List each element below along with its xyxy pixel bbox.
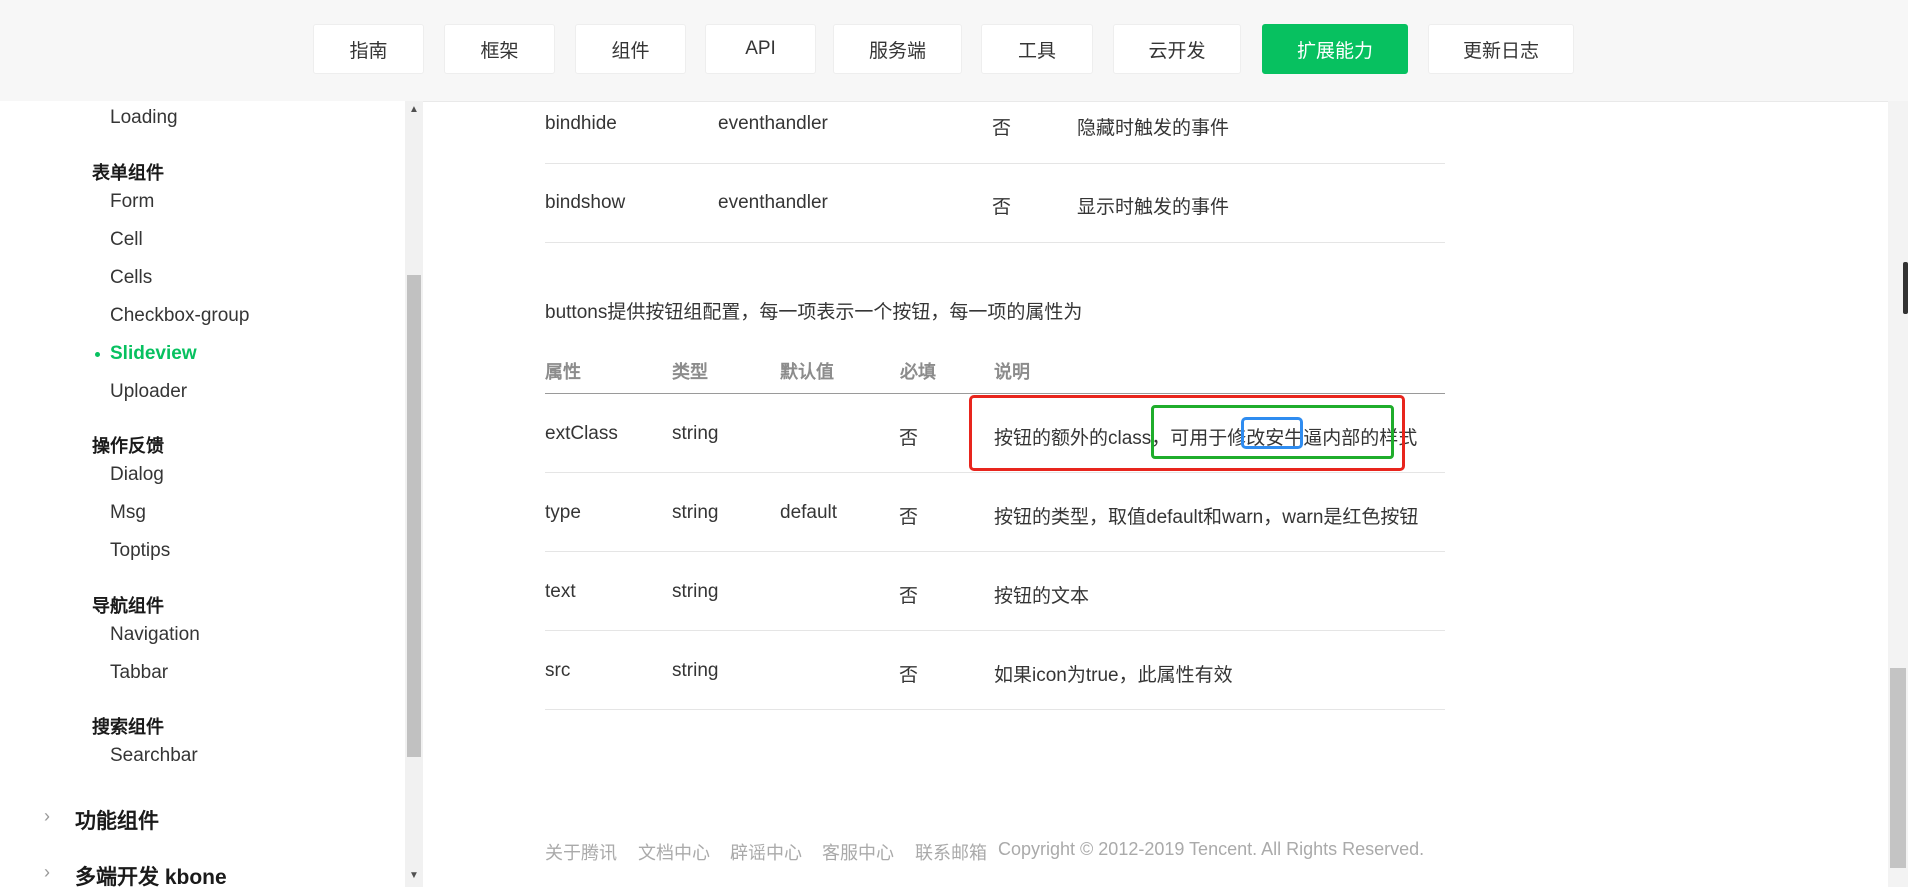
sidebar-item-uploader[interactable]: Uploader (110, 381, 187, 403)
button-default: default (780, 502, 838, 523)
header-required: 必填 (900, 362, 936, 382)
sidebar-group-navigation: 导航组件 (92, 596, 164, 616)
sidebar-item-navigation[interactable]: Navigation (110, 624, 200, 646)
button-attr: type (545, 502, 581, 523)
footer-link-docs[interactable]: 文档中心 (638, 839, 710, 865)
header-desc: 说明 (994, 362, 1030, 382)
header-attr: 属性 (545, 362, 581, 382)
tab-framework[interactable]: 框架 (444, 24, 555, 74)
sidebar-item-toptips[interactable]: Toptips (110, 540, 170, 562)
header-type: 类型 (672, 362, 708, 382)
button-attr: extClass (545, 423, 618, 444)
row-divider (545, 630, 1445, 631)
event-name: bindhide (545, 113, 617, 134)
button-required: 否 (899, 586, 919, 607)
tab-extensions[interactable]: 扩展能力 (1262, 24, 1408, 74)
event-required: 否 (992, 118, 1012, 139)
button-desc: 如果icon为true，此属性有效 (994, 665, 1233, 686)
active-indicator-dot (95, 352, 100, 357)
sidebar-item-dialog[interactable]: Dialog (110, 464, 164, 486)
sidebar-item-slideview[interactable]: Slideview (110, 343, 197, 365)
annotation-box-blue (1241, 417, 1303, 449)
button-required: 否 (899, 428, 919, 449)
tab-changelog[interactable]: 更新日志 (1428, 24, 1574, 74)
sidebar (0, 101, 405, 887)
header-default: 默认值 (780, 362, 834, 382)
button-type: string (672, 423, 719, 444)
sidebar-item-msg[interactable]: Msg (110, 502, 146, 524)
sidebar-item-searchbar[interactable]: Searchbar (110, 745, 198, 767)
tab-api[interactable]: API (705, 24, 816, 74)
tab-cloud-dev[interactable]: 云开发 (1113, 24, 1241, 74)
row-divider (545, 551, 1445, 552)
tab-server[interactable]: 服务端 (833, 24, 962, 74)
button-type: string (672, 581, 719, 602)
button-desc: 按钮的文本 (994, 586, 1090, 607)
button-desc: 按钮的类型，取值default和warn，warn是红色按钮 (994, 507, 1419, 528)
row-divider (545, 709, 1445, 710)
tab-guide[interactable]: 指南 (313, 24, 424, 74)
footer-link-contact[interactable]: 联系邮箱 (915, 839, 987, 865)
event-name: bindshow (545, 192, 626, 213)
button-attr: text (545, 581, 576, 602)
sidebar-group-form: 表单组件 (92, 163, 164, 183)
sidebar-item-checkbox-group[interactable]: Checkbox-group (110, 305, 249, 327)
event-type: eventhandler (718, 192, 828, 213)
button-attr: src (545, 660, 571, 681)
button-required: 否 (899, 665, 919, 686)
sidebar-group-feedback: 操作反馈 (92, 436, 164, 456)
button-type: string (672, 660, 719, 681)
footer-link-support[interactable]: 客服中心 (822, 839, 894, 865)
scroll-down-arrow-icon[interactable]: ▼ (407, 870, 421, 881)
side-tab-marker[interactable] (1903, 262, 1908, 314)
event-required: 否 (992, 197, 1012, 218)
button-required: 否 (899, 507, 919, 528)
header-divider (545, 393, 1445, 394)
sidebar-item-loading[interactable]: Loading (110, 107, 178, 129)
sidebar-category-features[interactable]: 功能组件 (75, 805, 159, 835)
buttons-intro-text: buttons提供按钮组配置，每一项表示一个按钮，每一项的属性为 (545, 302, 1083, 323)
footer-link-rumor[interactable]: 辟谣中心 (730, 839, 802, 865)
row-divider (545, 472, 1445, 473)
sidebar-scrollbar-thumb[interactable] (407, 275, 421, 757)
sidebar-item-tabbar[interactable]: Tabbar (110, 662, 168, 684)
footer-copyright: Copyright © 2012-2019 Tencent. All Right… (998, 839, 1425, 859)
event-desc: 显示时触发的事件 (1077, 197, 1230, 218)
row-divider (545, 242, 1445, 243)
page-scrollbar-thumb[interactable] (1890, 668, 1906, 868)
sidebar-item-cells[interactable]: Cells (110, 267, 152, 289)
chevron-right-icon[interactable]: › (44, 806, 50, 827)
button-type: string (672, 502, 719, 523)
row-divider (545, 163, 1445, 164)
tab-tools[interactable]: 工具 (981, 24, 1093, 74)
top-navigation: 指南 框架 组件 API 服务端 工具 云开发 扩展能力 更新日志 (0, 0, 1908, 102)
event-desc: 隐藏时触发的事件 (1077, 118, 1230, 139)
tab-components[interactable]: 组件 (575, 24, 686, 74)
chevron-right-icon[interactable]: › (44, 862, 50, 883)
sidebar-item-cell[interactable]: Cell (110, 229, 143, 251)
scroll-up-arrow-icon[interactable]: ▲ (407, 104, 421, 115)
footer-link-about[interactable]: 关于腾讯 (545, 839, 617, 865)
sidebar-group-search: 搜索组件 (92, 717, 164, 737)
sidebar-item-form[interactable]: Form (110, 191, 154, 213)
event-type: eventhandler (718, 113, 828, 134)
